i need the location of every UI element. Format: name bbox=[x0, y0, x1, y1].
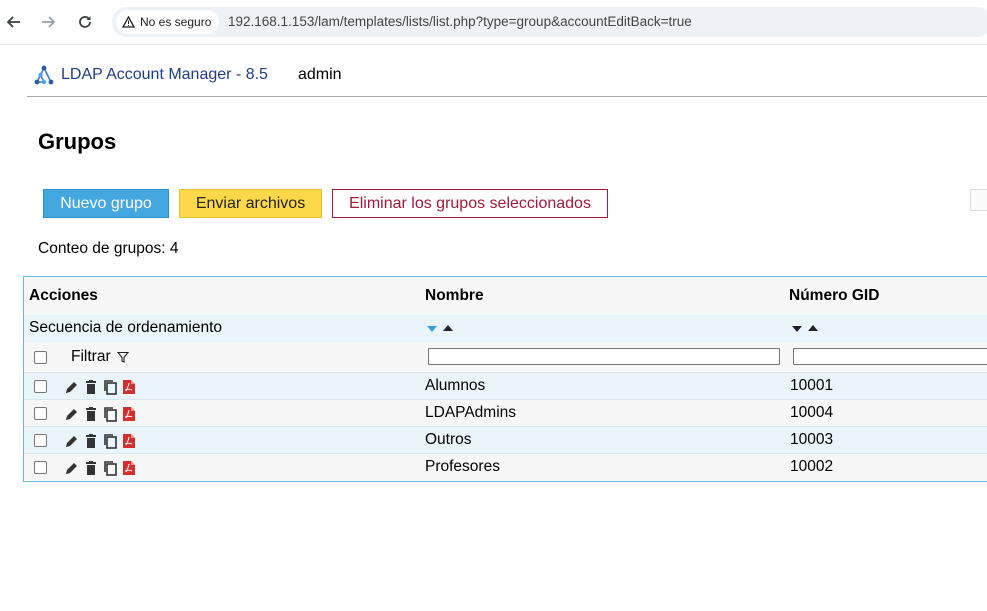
edit-icon-glyph bbox=[66, 436, 77, 447]
cell-gid: 10002 bbox=[790, 458, 834, 475]
edit-icon-glyph bbox=[66, 382, 77, 393]
copy-icon[interactable] bbox=[102, 406, 118, 422]
groups-table: Acciones Nombre Número GID Secuencia de … bbox=[23, 276, 987, 482]
sort-gid-asc-icon[interactable] bbox=[808, 325, 818, 331]
app-title[interactable]: LDAP Account Manager - 8.5 bbox=[61, 66, 268, 84]
pdf-icon[interactable] bbox=[121, 433, 137, 449]
delete-icon-glyph bbox=[86, 434, 96, 448]
group-count: Conteo de grupos: 4 bbox=[38, 240, 179, 257]
address-bar[interactable]: No es seguro 192.168.1.153/lam/templates… bbox=[112, 7, 987, 37]
table-header-row: Acciones Nombre Número GID bbox=[24, 277, 987, 315]
row-checkbox[interactable] bbox=[34, 380, 47, 393]
back-arrow-icon bbox=[6, 16, 20, 28]
pdf-icon[interactable] bbox=[121, 460, 137, 476]
delete-icon[interactable] bbox=[83, 433, 99, 449]
filter-row: Filtrar bbox=[24, 342, 987, 371]
pdf-icon[interactable] bbox=[121, 379, 137, 395]
row-checkbox[interactable] bbox=[34, 461, 47, 474]
delete-icon[interactable] bbox=[83, 460, 99, 476]
browser-toolbar: No es seguro 192.168.1.153/lam/templates… bbox=[0, 0, 987, 45]
delete-icon[interactable] bbox=[83, 406, 99, 422]
sort-name-asc-icon[interactable] bbox=[443, 325, 453, 331]
sort-gid-desc-icon[interactable] bbox=[792, 326, 802, 332]
cell-gid: 10001 bbox=[790, 377, 834, 394]
cell-name[interactable]: Profesores bbox=[425, 458, 500, 476]
table-row[interactable]: Outros 10003 bbox=[24, 426, 987, 453]
copy-icon-glyph bbox=[104, 461, 117, 476]
row-action-icons bbox=[64, 406, 137, 422]
sort-label: Secuencia de ordenamiento bbox=[29, 319, 223, 336]
copy-icon-glyph bbox=[104, 407, 117, 422]
pdf-icon-glyph bbox=[123, 461, 135, 475]
delete-selected-groups-button[interactable]: Eliminar los grupos seleccionados bbox=[332, 189, 608, 218]
copy-icon-glyph bbox=[104, 380, 117, 395]
page-title: Grupos bbox=[38, 129, 117, 154]
delete-icon-glyph bbox=[86, 461, 96, 475]
row-action-icons bbox=[64, 433, 137, 449]
row-action-icons bbox=[64, 379, 137, 395]
sort-row: Secuencia de ordenamiento bbox=[24, 315, 987, 342]
header-gid[interactable]: Número GID bbox=[789, 287, 879, 305]
edit-icon[interactable] bbox=[64, 433, 80, 449]
warning-icon bbox=[122, 16, 135, 28]
cell-gid: 10003 bbox=[790, 431, 834, 448]
delete-icon-glyph bbox=[86, 407, 96, 421]
cell-name[interactable]: Alumnos bbox=[425, 377, 485, 395]
delete-icon-glyph bbox=[86, 380, 96, 394]
edge-control[interactable] bbox=[970, 189, 987, 211]
table-row[interactable]: Alumnos 10001 bbox=[24, 372, 987, 399]
select-all-checkbox[interactable] bbox=[34, 351, 47, 364]
cell-gid: 10004 bbox=[790, 404, 834, 421]
cell-name[interactable]: LDAPAdmins bbox=[425, 404, 516, 422]
row-action-icons bbox=[64, 460, 137, 476]
user-name: admin bbox=[298, 66, 342, 83]
security-chip[interactable]: No es seguro bbox=[116, 10, 220, 34]
table-row[interactable]: Profesores 10002 bbox=[24, 453, 987, 480]
security-label: No es seguro bbox=[140, 15, 212, 29]
reload-icon bbox=[79, 16, 91, 28]
delete-icon[interactable] bbox=[83, 379, 99, 395]
forward-button[interactable] bbox=[37, 11, 59, 33]
copy-icon[interactable] bbox=[102, 433, 118, 449]
filter-gid-input[interactable] bbox=[793, 348, 987, 365]
reload-button[interactable] bbox=[74, 11, 96, 33]
table-row[interactable]: LDAPAdmins 10004 bbox=[24, 399, 987, 426]
edit-icon-glyph bbox=[66, 463, 77, 474]
sort-name-desc-icon[interactable] bbox=[427, 326, 437, 332]
funnel-icon[interactable] bbox=[117, 351, 129, 363]
forward-arrow-icon bbox=[42, 16, 56, 28]
edit-icon-glyph bbox=[66, 409, 77, 420]
filter-label: Filtrar bbox=[71, 348, 111, 365]
row-checkbox[interactable] bbox=[34, 434, 47, 447]
edit-icon[interactable] bbox=[64, 379, 80, 395]
filter-name-input[interactable] bbox=[428, 348, 780, 365]
pdf-icon-glyph bbox=[123, 434, 135, 448]
lam-logo-icon[interactable] bbox=[32, 64, 56, 88]
row-checkbox[interactable] bbox=[34, 407, 47, 420]
header-name[interactable]: Nombre bbox=[425, 287, 484, 305]
copy-icon[interactable] bbox=[102, 379, 118, 395]
header-actions: Acciones bbox=[29, 287, 98, 304]
edit-icon[interactable] bbox=[64, 406, 80, 422]
new-group-button[interactable]: Nuevo grupo bbox=[43, 189, 169, 218]
copy-icon-glyph bbox=[104, 434, 117, 449]
pdf-icon-glyph bbox=[123, 407, 135, 421]
upload-files-button[interactable]: Enviar archivos bbox=[179, 189, 322, 218]
edit-icon[interactable] bbox=[64, 460, 80, 476]
pdf-icon[interactable] bbox=[121, 406, 137, 422]
back-button[interactable] bbox=[3, 11, 25, 33]
app-header: LDAP Account Manager - 8.5 admin bbox=[27, 56, 987, 97]
copy-icon[interactable] bbox=[102, 460, 118, 476]
pdf-icon-glyph bbox=[123, 380, 135, 394]
cell-name[interactable]: Outros bbox=[425, 431, 472, 449]
url-text: 192.168.1.153/lam/templates/lists/list.p… bbox=[228, 14, 692, 29]
